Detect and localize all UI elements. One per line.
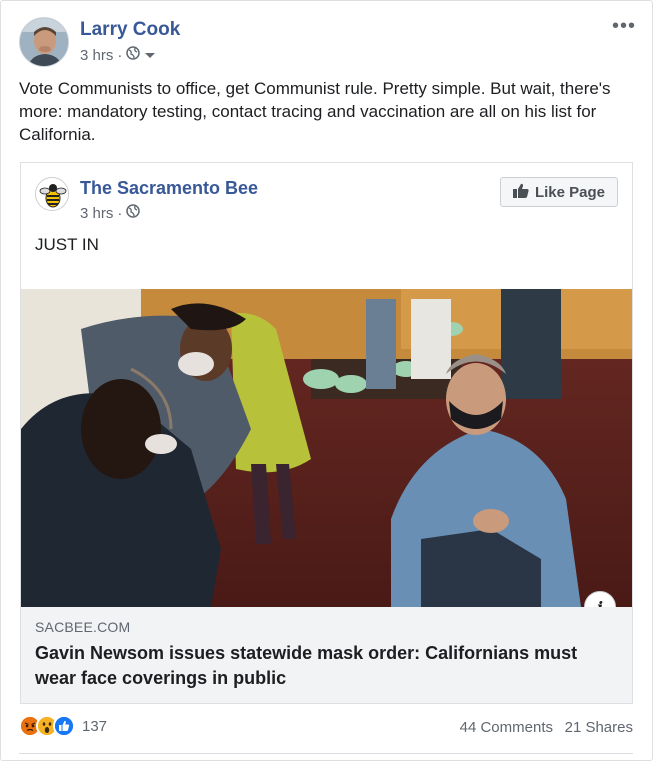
like-reaction-icon	[53, 715, 75, 737]
reaction-summary[interactable]: 137	[19, 715, 107, 737]
link-domain: SACBEE.COM	[35, 619, 131, 635]
post-timestamp[interactable]: 3 hrs	[80, 47, 113, 64]
link-headline[interactable]: Gavin Newsom issues statewide mask order…	[35, 641, 615, 691]
footer-divider	[19, 753, 633, 754]
like-page-label: Like Page	[534, 183, 606, 201]
shared-timestamp[interactable]: 3 hrs	[80, 205, 113, 222]
page-name[interactable]: The Sacramento Bee	[80, 178, 258, 199]
post-footer: 137 44 Comments 21 Shares	[19, 713, 633, 745]
post-header: Larry Cook 3 hrs · •••	[19, 15, 640, 71]
globe-icon	[126, 204, 141, 222]
globe-icon	[126, 46, 141, 64]
feed-post: Larry Cook 3 hrs · ••• Vote Communists t…	[0, 0, 653, 761]
post-meta: 3 hrs ·	[80, 46, 156, 64]
article-photo[interactable]	[21, 289, 632, 607]
post-text: Vote Communists to office, get Communist…	[19, 79, 611, 144]
page-avatar[interactable]	[35, 177, 69, 211]
shares-link[interactable]: 21 Shares	[565, 719, 633, 736]
audience-chevron-icon[interactable]	[144, 47, 156, 64]
author-avatar[interactable]	[19, 17, 69, 67]
link-preview[interactable]: SACBEE.COM Gavin Newsom issues statewide…	[21, 607, 632, 703]
comments-link[interactable]: 44 Comments	[460, 719, 553, 736]
more-options-icon[interactable]: •••	[612, 15, 636, 38]
like-page-button[interactable]: Like Page	[500, 177, 618, 207]
shared-post-text: JUST IN	[35, 235, 99, 254]
thumbs-up-icon	[512, 183, 529, 202]
reaction-count: 137	[82, 717, 108, 735]
shared-post: The Sacramento Bee 3 hrs · Like Page JUS…	[20, 162, 633, 704]
shared-meta: 3 hrs ·	[80, 204, 141, 222]
author-name[interactable]: Larry Cook	[80, 19, 180, 41]
